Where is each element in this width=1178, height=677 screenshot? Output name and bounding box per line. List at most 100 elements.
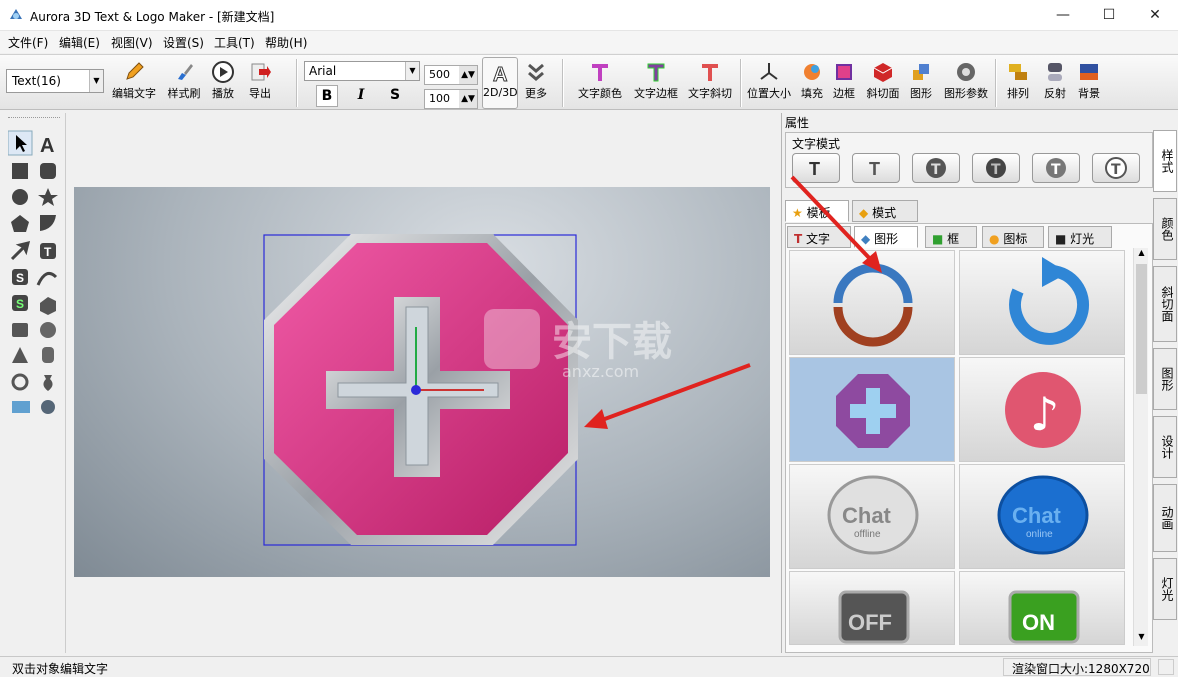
arrange-button[interactable]: 排列 (1000, 57, 1036, 109)
watermark-text: 安下载 (552, 319, 672, 365)
tab-frame-label: 框 (947, 232, 960, 246)
bold-button[interactable]: B (316, 85, 338, 107)
spinner-icon: ▲▼ (459, 66, 477, 84)
svg-text:A: A (493, 64, 507, 84)
thumb-plus-octagon[interactable] (789, 357, 955, 462)
chevron-down-icon: ▼ (405, 62, 419, 80)
background-button[interactable]: 背景 (1074, 57, 1104, 109)
background-label: 背景 (1078, 87, 1100, 100)
style-brush-label: 样式刷 (167, 87, 201, 100)
rectangle-tool-icon (12, 163, 28, 179)
fill-button[interactable]: 填充 (797, 57, 827, 109)
size-input-2[interactable]: 100 ▲▼ (424, 89, 478, 109)
menu-view[interactable]: 视图(V) (111, 34, 153, 51)
menu-tools[interactable]: 工具(T) (214, 34, 255, 51)
rtab-color[interactable]: 颜色 (1153, 198, 1177, 260)
thumb-music[interactable]: ♪ (959, 357, 1125, 462)
off-button-icon: OFF (838, 590, 910, 644)
rtab-light-label: 灯光 (1160, 577, 1174, 601)
scroll-up-icon[interactable]: ▲ (1134, 248, 1149, 262)
arrange-label: 排列 (1007, 87, 1029, 100)
bevel-face-label: 斜切面 (866, 87, 900, 100)
properties-panel: 属性 文字模式 T T T T T T ★ 模板 ◆ 模式 T 文字 ◆ 图形 … (781, 113, 1153, 653)
plus-octagon-icon (836, 374, 910, 448)
text-border-button[interactable]: 文字边框 (632, 57, 680, 109)
render-view[interactable]: 安下载 anxz.com (74, 187, 770, 577)
fill-icon (804, 64, 820, 80)
maximize-button[interactable]: ☐ (1086, 0, 1132, 31)
export-button[interactable]: 导出 (242, 57, 278, 109)
rtab-bevel-label: 斜切面 (1160, 286, 1174, 322)
thumb-chat-offline[interactable]: Chat offline (789, 464, 955, 569)
edit-text-button[interactable]: 编辑文字 (110, 57, 158, 109)
close-button[interactable]: ✕ (1132, 0, 1178, 31)
font-select[interactable]: Arial ▼ (304, 61, 420, 81)
bevel-face-button[interactable]: 斜切面 (864, 57, 902, 109)
shape-params-button[interactable]: 图形参数 (942, 57, 990, 109)
status-bar: 双击对象编辑文字 渲染窗口大小:1280X720 (0, 656, 1178, 677)
cylinder-tool-icon (42, 347, 54, 363)
reflection-button[interactable]: 反射 (1040, 57, 1070, 109)
music-note-icon: ♪ (1005, 372, 1081, 448)
thumb-on[interactable]: ON (959, 571, 1125, 645)
style-brush-button[interactable]: 样式刷 (162, 57, 206, 109)
2d3d-button[interactable]: A 2D/3D (482, 57, 518, 109)
resize-grip-icon[interactable] (1158, 659, 1174, 675)
thumb-refresh[interactable] (959, 250, 1125, 355)
reflection-label: 反射 (1044, 87, 1066, 100)
thumb-chat-online[interactable]: Chat online (959, 464, 1125, 569)
off-text: OFF (848, 610, 892, 635)
shape-button[interactable]: 图形 (906, 57, 936, 109)
sphere-tool-icon (40, 322, 56, 338)
menu-settings[interactable]: 设置(S) (163, 34, 204, 51)
border-icon (836, 64, 852, 80)
rtab-design[interactable]: 设计 (1153, 416, 1177, 478)
border-button[interactable]: 边框 (829, 57, 859, 109)
shadow-button[interactable]: S (384, 85, 406, 107)
thumbs-scrollbar[interactable]: ▲ ▼ (1133, 248, 1148, 646)
status-right-box: 渲染窗口大小:1280X720 (1003, 658, 1151, 676)
object-select[interactable]: Text(16) ▼ (6, 69, 104, 93)
italic-button[interactable]: I (350, 85, 372, 107)
menu-help[interactable]: 帮助(H) (265, 34, 307, 51)
axis-icon (760, 63, 778, 80)
separator (296, 59, 298, 107)
text-color-label: 文字颜色 (578, 87, 622, 100)
rtab-light[interactable]: 灯光 (1153, 558, 1177, 620)
tab-icon[interactable]: ● 图标 (982, 226, 1044, 248)
more-button[interactable]: 更多 (520, 57, 552, 109)
size-input-1[interactable]: 500 ▲▼ (424, 65, 478, 85)
s-shape-tool-icon: S (12, 269, 28, 285)
menu-file[interactable]: 文件(F) (8, 34, 48, 51)
text-color-button[interactable]: 文字颜色 (576, 57, 624, 109)
minimize-button[interactable]: — (1040, 0, 1086, 31)
rtab-style[interactable]: 样式 (1153, 130, 1177, 192)
position-size-button[interactable]: 位置大小 (745, 57, 793, 109)
scroll-down-icon[interactable]: ▼ (1134, 632, 1149, 646)
tab-light[interactable]: ■ 灯光 (1048, 226, 1112, 248)
rtab-animation[interactable]: 动画 (1153, 484, 1177, 552)
tool-icons: A T S S (8, 130, 58, 414)
circle-tool-icon (12, 189, 28, 205)
rtab-shape[interactable]: 图形 (1153, 348, 1177, 410)
torus-tool-icon (11, 373, 29, 391)
svg-text:T: T (931, 162, 941, 178)
thumb-off[interactable]: OFF (789, 571, 955, 645)
svg-text:S: S (16, 297, 24, 311)
tab-frame[interactable]: ■ 框 (925, 226, 977, 248)
scroll-thumb[interactable] (1136, 264, 1147, 394)
menu-edit[interactable]: 编辑(E) (59, 34, 100, 51)
text-bevel-button[interactable]: 文字斜切 (686, 57, 734, 109)
rtab-bevel[interactable]: 斜切面 (1153, 266, 1177, 342)
svg-text:S: S (16, 271, 24, 285)
rtab-design-label: 设计 (1160, 435, 1174, 459)
frame-tab-icon: ■ (932, 232, 944, 246)
rounded-rect-tool-icon (40, 163, 56, 179)
svg-text:T: T (1111, 162, 1121, 178)
pentagon-tool-icon (11, 215, 29, 232)
size-value-2: 100 (429, 92, 450, 105)
chat-online-icon: Chatonline (997, 475, 1089, 555)
play-label: 播放 (212, 87, 234, 100)
play-button[interactable]: 播放 (208, 57, 238, 109)
arrange-icon (1009, 64, 1027, 80)
